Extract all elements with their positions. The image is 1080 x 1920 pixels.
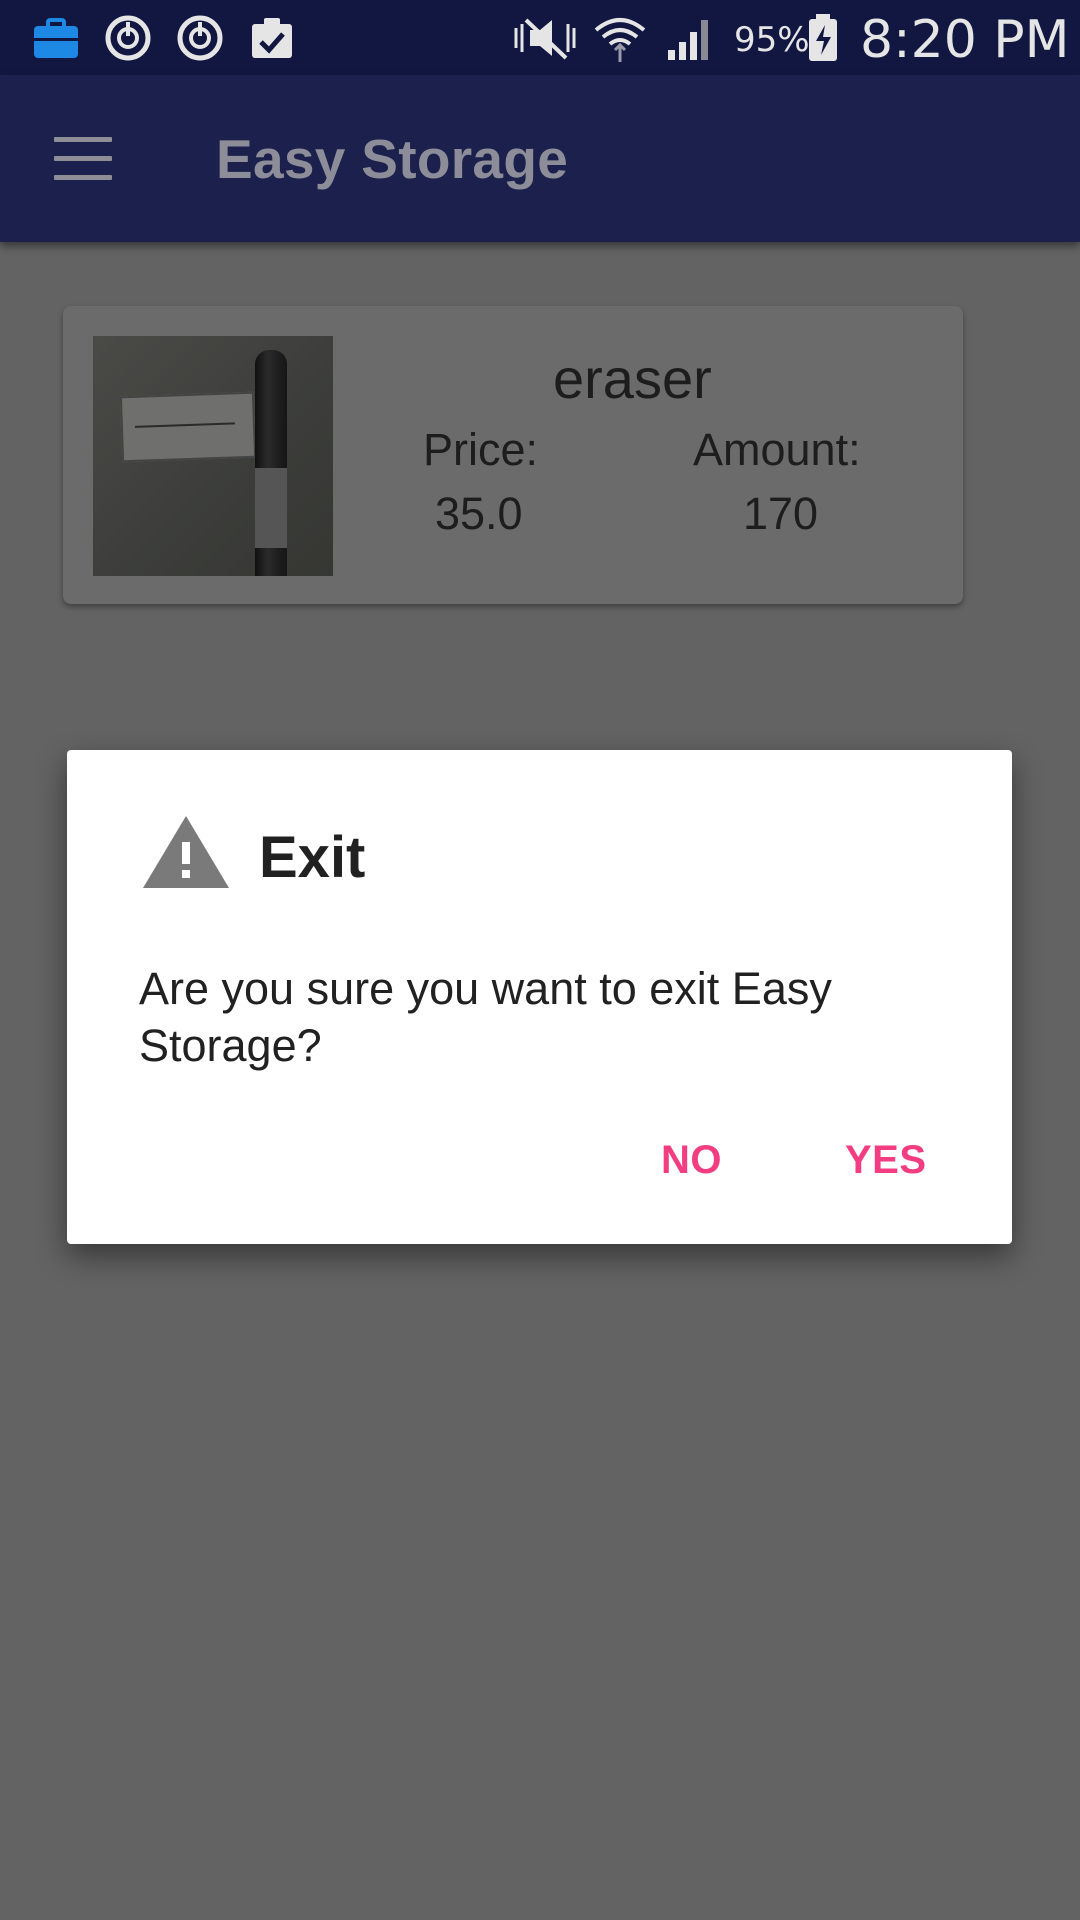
wifi-icon <box>594 18 646 62</box>
price-label: Price: <box>423 424 539 475</box>
battery-charging-icon <box>809 14 837 61</box>
no-button[interactable]: NO <box>657 1130 726 1191</box>
price-value: 35.0 <box>435 488 523 539</box>
clock: 8:20 PM <box>860 10 1070 70</box>
app-title: Easy Storage <box>216 128 569 190</box>
menu-icon[interactable] <box>54 137 114 181</box>
item-photo <box>93 336 333 576</box>
dialog-title: Exit <box>259 825 366 890</box>
item-name: eraser <box>553 347 712 410</box>
amount-value: 170 <box>743 488 819 539</box>
mute-vibrate-icon <box>514 18 576 60</box>
clipboard-check-icon <box>252 18 292 58</box>
briefcase-icon <box>34 18 78 58</box>
exit-dialog: Exit Are you sure you want to exit Easy … <box>67 750 1012 1244</box>
sync-icon <box>177 15 223 61</box>
sync-icon <box>105 15 151 61</box>
status-bar: 95% 8:20 PM <box>0 0 1080 75</box>
amount-label: Amount: <box>693 424 861 475</box>
note-paper <box>119 391 257 463</box>
pen-shape <box>255 350 287 576</box>
item-card[interactable]: eraser Price: 35.0 Amount: 170 <box>63 306 963 604</box>
app-bar: Easy Storage <box>0 75 1080 242</box>
dialog-message: Are you sure you want to exit Easy Stora… <box>139 963 832 1071</box>
signal-icon <box>668 20 708 60</box>
yes-button[interactable]: YES <box>841 1130 931 1191</box>
warning-icon <box>143 816 229 888</box>
battery-percent: 95% <box>734 20 810 60</box>
